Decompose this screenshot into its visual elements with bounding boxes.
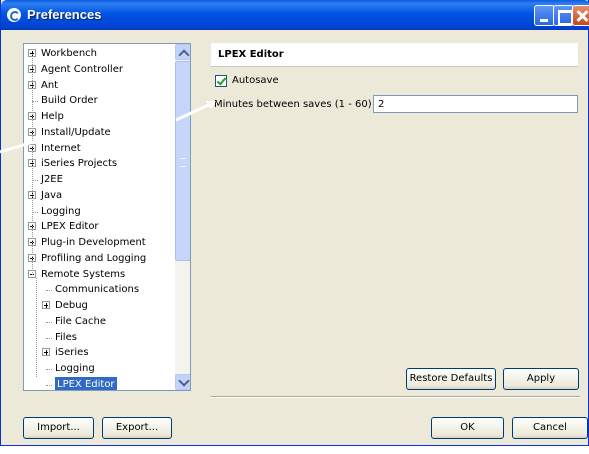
- tree-item-label: Workbench: [41, 48, 97, 59]
- tree-item[interactable]: iSeries: [24, 345, 175, 361]
- autosave-label: Autosave: [232, 75, 279, 86]
- tree-item[interactable]: Java: [24, 188, 175, 204]
- tree-item[interactable]: Logging: [24, 361, 175, 377]
- tree-item[interactable]: Agent Controller: [24, 62, 175, 78]
- tree-item[interactable]: File Cache: [24, 314, 175, 330]
- close-button[interactable]: [572, 5, 589, 26]
- tree-item[interactable]: Remote Systems: [24, 267, 175, 283]
- tree-item-label: J2EE: [41, 174, 63, 185]
- maximize-button[interactable]: [553, 5, 574, 26]
- apply-button[interactable]: Apply: [503, 368, 579, 390]
- tree-item[interactable]: LPEX Editor: [24, 376, 175, 390]
- tree-connector: [46, 321, 52, 323]
- page-title: LPEX Editor: [218, 49, 284, 60]
- tree-connector-children: [36, 278, 37, 377]
- export-button[interactable]: Export...: [102, 417, 172, 439]
- tree-connector: [46, 337, 52, 339]
- tree-scrollbar[interactable]: [175, 44, 190, 390]
- tree-item[interactable]: Profiling and Logging: [24, 251, 175, 267]
- tree-item[interactable]: Install/Update: [24, 125, 175, 141]
- preferences-tree-panel: Workbench Agent Controller Ant Build Order H…: [23, 43, 191, 391]
- tree-connector: [46, 384, 52, 386]
- tree-connector: [46, 290, 52, 292]
- window-title: Preferences: [27, 7, 102, 22]
- restore-defaults-button[interactable]: Restore Defaults: [406, 368, 496, 390]
- tree-item-label: Java: [41, 189, 63, 201]
- tree-item-label: Ant: [41, 79, 59, 91]
- autosave-checkbox[interactable]: [215, 75, 227, 87]
- tree-item[interactable]: Internet: [24, 141, 175, 157]
- tree-item[interactable]: Ant: [24, 78, 175, 94]
- tree-item-label: Communications: [55, 284, 140, 296]
- preferences-tree: Workbench Agent Controller Ant Build Order H…: [24, 44, 175, 390]
- minutes-label: Minutes between saves (1 - 60): [214, 99, 372, 110]
- cancel-button[interactable]: Cancel: [512, 417, 588, 439]
- tree-item-label: Logging: [55, 363, 95, 374]
- expand-icon[interactable]: [42, 301, 50, 309]
- scroll-up-button[interactable]: [175, 44, 190, 60]
- minimize-button[interactable]: [534, 5, 555, 26]
- tree-item[interactable]: LPEX Editor: [24, 219, 175, 235]
- tree-item[interactable]: J2EE: [24, 172, 175, 188]
- tree-item-label: Agent Controller: [41, 63, 123, 75]
- tree-item[interactable]: Files: [24, 330, 175, 346]
- tree-item-label: Files: [55, 331, 77, 343]
- tree-connector: [46, 369, 52, 370]
- tree-item-label: Help: [41, 111, 64, 122]
- tree-item[interactable]: Logging: [24, 204, 175, 220]
- tree-item-label: Plug-in Development: [41, 237, 146, 248]
- tree-item[interactable]: Plug-in Development: [24, 235, 175, 251]
- ok-button[interactable]: OK: [431, 417, 504, 439]
- tree-item-label: Build Order: [41, 95, 98, 107]
- tree-item-label: Profiling and Logging: [41, 252, 147, 264]
- import-button[interactable]: Import...: [23, 417, 94, 439]
- tree-item-label: LPEX Editor: [55, 376, 117, 390]
- scroll-down-button[interactable]: [175, 374, 190, 390]
- tree-item-label: iSeries Projects: [41, 158, 118, 170]
- app-icon: [7, 8, 21, 22]
- tree-item[interactable]: Workbench: [24, 46, 175, 62]
- tree-item[interactable]: Debug: [24, 298, 175, 314]
- tree-item[interactable]: Build Order: [24, 93, 175, 109]
- scroll-thumb[interactable]: [175, 61, 190, 261]
- expand-icon[interactable]: [42, 348, 50, 357]
- preferences-window: Preferences Workbench Agent Controller Ant…: [0, 0, 589, 446]
- tree-item-label: Install/Update: [41, 126, 111, 138]
- separator: [211, 396, 580, 398]
- tree-item[interactable]: iSeries Projects: [24, 156, 175, 172]
- title-bar[interactable]: Preferences: [1, 0, 589, 30]
- page-header: LPEX Editor: [211, 43, 578, 67]
- tree-connector-root: [32, 54, 33, 275]
- tree-item[interactable]: Communications: [24, 282, 175, 298]
- tree-item-label: Logging: [41, 205, 81, 217]
- tree-item-label: iSeries: [55, 347, 89, 359]
- tree-item[interactable]: Help: [24, 109, 175, 125]
- tree-item-label: Remote Systems: [41, 268, 126, 280]
- tree-item-label: LPEX Editor: [41, 221, 99, 233]
- tree-item-label: File Cache: [55, 315, 107, 327]
- tree-item-label: Internet: [41, 142, 81, 154]
- minutes-input[interactable]: [373, 95, 578, 113]
- tree-item-label: Debug: [55, 300, 88, 311]
